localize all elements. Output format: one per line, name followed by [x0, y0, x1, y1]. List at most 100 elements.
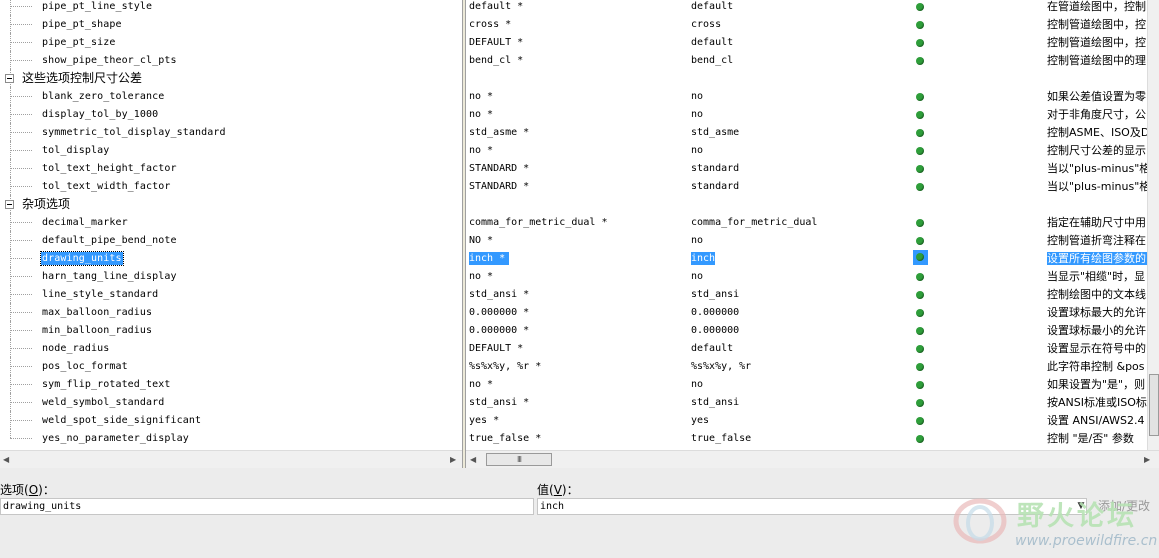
grid-row[interactable]: default * default 在管道绘图中，控制	[466, 0, 1147, 15]
status-dot-icon	[916, 219, 924, 227]
option-default-cell: inch	[691, 252, 716, 265]
grid-row[interactable]: no * no 对于非角度尺寸，公	[466, 105, 1147, 123]
status-dot-icon	[916, 21, 924, 29]
option-default-cell: comma_for_metric_dual	[691, 217, 818, 228]
scroll-left-arrow-icon[interactable]: ◀	[470, 455, 476, 465]
tree-item[interactable]: tol_text_width_factor	[0, 177, 462, 195]
tree-item-label: tol_text_width_factor	[42, 181, 171, 192]
tree-line	[10, 276, 32, 277]
collapse-toggle-icon[interactable]	[5, 74, 14, 83]
option-description-cell: 设置 ANSI/AWS2.4	[1047, 414, 1145, 427]
tree-item[interactable]: tol_display	[0, 141, 462, 159]
grid-row[interactable]: STANDARD * standard 当以"plus-minus"格	[466, 177, 1147, 195]
grid-row[interactable]: yes * yes 设置 ANSI/AWS2.4	[466, 411, 1147, 429]
option-default-cell: cross	[691, 19, 722, 30]
scroll-left-arrow-icon[interactable]: ◀	[3, 455, 9, 465]
grid-row[interactable]: inch * inch 设置所有绘图参数的	[466, 249, 1147, 267]
option-default-cell: std_ansi	[691, 289, 740, 300]
tree-item[interactable]: weld_symbol_standard	[0, 393, 462, 411]
tree-item-label: tol_display	[42, 145, 110, 156]
status-dot-icon	[916, 399, 924, 407]
status-dot-icon	[916, 309, 924, 317]
option-description-cell: 控制尺寸公差的显示	[1047, 144, 1146, 157]
tree-item[interactable]: pipe_pt_size	[0, 33, 462, 51]
option-value-cell: no *	[469, 91, 494, 102]
option-default-cell: default	[691, 37, 734, 48]
tree-line	[10, 96, 32, 97]
option-default-cell: default	[691, 343, 734, 354]
tree-horizontal-scrollbar[interactable]: ◀ ▶	[0, 450, 462, 468]
tree-item[interactable]: max_balloon_radius	[0, 303, 462, 321]
tree-item[interactable]: drawing_units	[0, 249, 462, 267]
option-value-cell: inch *	[469, 252, 509, 265]
tree-item[interactable]: sym_flip_rotated_text	[0, 375, 462, 393]
option-description-cell: 控制管道绘图中的理	[1047, 54, 1146, 67]
grid-row[interactable]: cross * cross 控制管道绘图中，控	[466, 15, 1147, 33]
tree-item[interactable]: pipe_pt_shape	[0, 15, 462, 33]
grid-row[interactable]: bend_cl * bend_cl 控制管道绘图中的理	[466, 51, 1147, 69]
option-default-cell: standard	[691, 181, 740, 192]
tree-group[interactable]: 杂项选项	[0, 195, 462, 213]
scroll-right-arrow-icon[interactable]: ▶	[450, 455, 456, 465]
grid-row[interactable]: no * no 当显示"相缆"时，显	[466, 267, 1147, 285]
tree-item-label: pipe_pt_line_style	[42, 1, 153, 12]
tree-item-label: pipe_pt_shape	[42, 19, 122, 30]
tree-item[interactable]: blank_zero_tolerance	[0, 87, 462, 105]
grid-row[interactable]: true_false * true_false 控制 "是/否" 参数	[466, 429, 1147, 447]
status-dot-icon	[916, 165, 924, 173]
grid-horizontal-scrollbar[interactable]: ◀ III ▶	[466, 450, 1159, 468]
option-input[interactable]	[0, 498, 534, 515]
grid-row[interactable]: 0.000000 * 0.000000 设置球标最大的允许	[466, 303, 1147, 321]
tree-line	[10, 429, 11, 438]
option-value-cell: no *	[469, 271, 494, 282]
tree-line	[10, 6, 32, 7]
tree-item[interactable]: show_pipe_theor_cl_pts	[0, 51, 462, 69]
option-default-cell: no	[691, 91, 704, 102]
scroll-right-arrow-icon[interactable]: ▶	[1144, 455, 1150, 465]
options-grid[interactable]: default * default 在管道绘图中，控制 cross * cross 控制管…	[466, 0, 1147, 450]
grid-row[interactable]: no * no 如果设置为"是"，则	[466, 375, 1147, 393]
tree-item[interactable]: min_balloon_radius	[0, 321, 462, 339]
grid-row[interactable]: NO * no 控制管道折弯注释在	[466, 231, 1147, 249]
grid-row[interactable]: no * no 控制尺寸公差的显示	[466, 141, 1147, 159]
grid-row[interactable]: std_ansi * std_ansi 控制绘图中的文本线	[466, 285, 1147, 303]
grid-row[interactable]: DEFAULT * default 控制管道绘图中，控	[466, 33, 1147, 51]
tree-line	[10, 330, 32, 331]
option-value-cell: 0.000000 *	[469, 307, 530, 318]
grid-row[interactable]: std_asme * std_asme 控制ASME、ISO及DIN	[466, 123, 1147, 141]
grid-row[interactable]: 0.000000 * 0.000000 设置球标最小的允许	[466, 321, 1147, 339]
tree-item[interactable]: symmetric_tol_display_standard	[0, 123, 462, 141]
tree-item[interactable]: decimal_marker	[0, 213, 462, 231]
grid-horizontal-scrollbar-thumb[interactable]: III	[486, 453, 552, 466]
option-default-cell: yes	[691, 415, 710, 426]
tree-item[interactable]: line_style_standard	[0, 285, 462, 303]
grid-row[interactable]: no * no 如果公差值设置为零	[466, 87, 1147, 105]
tree-item-label: line_style_standard	[42, 289, 159, 300]
tree-item[interactable]: node_radius	[0, 339, 462, 357]
tree-item[interactable]: weld_spot_side_significant	[0, 411, 462, 429]
option-description-cell: 控制管道折弯注释在	[1047, 234, 1146, 247]
tree-item-label: sym_flip_rotated_text	[42, 379, 171, 390]
tree-item[interactable]: yes_no_parameter_display	[0, 429, 462, 447]
grid-row[interactable]: DEFAULT * default 设置显示在符号中的	[466, 339, 1147, 357]
tree-item[interactable]: tol_text_height_factor	[0, 159, 462, 177]
tree-item[interactable]: default_pipe_bend_note	[0, 231, 462, 249]
grid-row[interactable]: std_ansi * std_ansi 按ANSI标准或ISO标准	[466, 393, 1147, 411]
tree-item[interactable]: pipe_pt_line_style	[0, 0, 462, 15]
tree-item-label: default_pipe_bend_note	[42, 235, 177, 246]
vertical-scrollbar-thumb[interactable]	[1149, 374, 1159, 436]
tree-group[interactable]: 这些选项控制尺寸公差	[0, 69, 462, 87]
grid-row[interactable]: STANDARD * standard 当以"plus-minus"格	[466, 159, 1147, 177]
grid-row[interactable]: comma_for_metric_dual * comma_for_metric_…	[466, 213, 1147, 231]
vertical-scrollbar[interactable]	[1147, 0, 1159, 450]
tree-item[interactable]: pos_loc_format	[0, 357, 462, 375]
option-description-cell: 按ANSI标准或ISO标准	[1047, 396, 1147, 409]
option-description-cell: 当显示"相缆"时，显	[1047, 270, 1146, 283]
status-dot-icon	[916, 327, 924, 335]
collapse-toggle-icon[interactable]	[5, 200, 14, 209]
grid-row[interactable]: %s%x%y, %r * %s%x%y, %r 此字符串控制 &pos	[466, 357, 1147, 375]
tree-item[interactable]: display_tol_by_1000	[0, 105, 462, 123]
tree-item[interactable]: harn_tang_line_display	[0, 267, 462, 285]
options-tree[interactable]: pipe_pt_line_style pipe_pt_shape pipe_pt_s…	[0, 0, 462, 450]
status-dot-icon	[916, 183, 924, 191]
